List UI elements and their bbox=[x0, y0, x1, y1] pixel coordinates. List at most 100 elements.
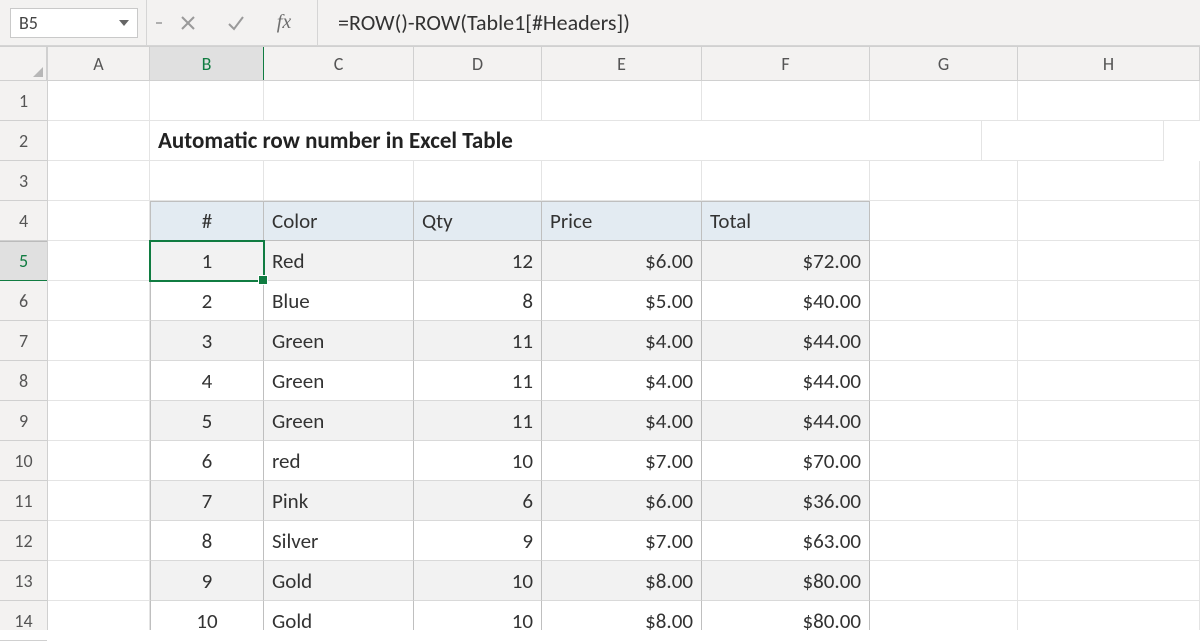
cell-price[interactable]: $6.00 bbox=[542, 241, 702, 281]
col-header[interactable]: B bbox=[150, 47, 264, 80]
enter-icon[interactable] bbox=[225, 12, 247, 34]
cell[interactable] bbox=[870, 481, 1018, 521]
cell[interactable] bbox=[1018, 241, 1200, 281]
cell-total[interactable]: $80.00 bbox=[702, 561, 870, 601]
col-header[interactable]: C bbox=[264, 47, 414, 80]
cell-color[interactable]: Blue bbox=[264, 281, 414, 321]
cell-total[interactable]: $36.00 bbox=[702, 481, 870, 521]
cell-qty[interactable]: 11 bbox=[414, 321, 542, 361]
row-header[interactable]: 13 bbox=[0, 561, 47, 601]
cell-qty[interactable]: 12 bbox=[414, 241, 542, 281]
cell[interactable] bbox=[870, 321, 1018, 361]
cell-total[interactable]: $72.00 bbox=[702, 241, 870, 281]
cell-color[interactable]: Silver bbox=[264, 521, 414, 561]
cell-qty[interactable]: 10 bbox=[414, 441, 542, 481]
col-header[interactable]: D bbox=[414, 47, 542, 80]
cell-total[interactable]: $44.00 bbox=[702, 321, 870, 361]
table-header-num[interactable]: # bbox=[150, 201, 264, 241]
cell[interactable] bbox=[870, 281, 1018, 321]
cell-color[interactable]: Green bbox=[264, 401, 414, 441]
row-header[interactable]: 8 bbox=[0, 361, 47, 401]
row-header[interactable]: 2 bbox=[0, 121, 47, 161]
cell[interactable] bbox=[1018, 201, 1200, 241]
cell[interactable] bbox=[48, 161, 150, 201]
cell[interactable] bbox=[870, 161, 1018, 201]
cell[interactable] bbox=[414, 81, 542, 121]
cell[interactable] bbox=[48, 401, 150, 441]
cell-num[interactable]: 4 bbox=[150, 361, 264, 401]
cell-num[interactable]: 10 bbox=[150, 601, 264, 630]
col-header[interactable]: E bbox=[542, 47, 702, 80]
cell-color[interactable]: Red bbox=[264, 241, 414, 281]
cell[interactable] bbox=[702, 81, 870, 121]
name-box[interactable]: B5 bbox=[10, 8, 138, 38]
col-header[interactable]: A bbox=[48, 47, 150, 80]
cell-price[interactable]: $8.00 bbox=[542, 561, 702, 601]
cell-price[interactable]: $4.00 bbox=[542, 401, 702, 441]
cell-color[interactable]: Gold bbox=[264, 601, 414, 630]
cell[interactable] bbox=[48, 81, 150, 121]
cell[interactable] bbox=[150, 81, 264, 121]
select-all-corner[interactable] bbox=[0, 47, 47, 81]
cell[interactable] bbox=[1018, 601, 1200, 630]
cell[interactable] bbox=[870, 401, 1018, 441]
cell[interactable] bbox=[542, 81, 702, 121]
cell[interactable] bbox=[870, 201, 1018, 241]
cell[interactable] bbox=[1018, 161, 1200, 201]
cell-num[interactable]: 3 bbox=[150, 321, 264, 361]
cell[interactable] bbox=[150, 161, 264, 201]
cell-total[interactable]: $63.00 bbox=[702, 521, 870, 561]
row-header[interactable]: 3 bbox=[0, 161, 47, 201]
chevron-down-icon[interactable] bbox=[119, 17, 131, 29]
cell[interactable] bbox=[48, 321, 150, 361]
cell-total[interactable]: $70.00 bbox=[702, 441, 870, 481]
cell-qty[interactable]: 10 bbox=[414, 601, 542, 630]
table-header-price[interactable]: Price bbox=[542, 201, 702, 241]
cell-price[interactable]: $5.00 bbox=[542, 281, 702, 321]
drag-handle-icon[interactable] bbox=[155, 0, 163, 45]
cell-color[interactable]: Gold bbox=[264, 561, 414, 601]
cell[interactable] bbox=[542, 161, 702, 201]
cell[interactable] bbox=[414, 161, 542, 201]
cell[interactable] bbox=[48, 561, 150, 601]
cell-price[interactable]: $4.00 bbox=[542, 361, 702, 401]
cell-num[interactable]: 8 bbox=[150, 521, 264, 561]
cell[interactable] bbox=[1018, 321, 1200, 361]
fx-icon[interactable]: fx bbox=[273, 12, 295, 34]
row-header[interactable]: 11 bbox=[0, 481, 47, 521]
cell[interactable] bbox=[870, 561, 1018, 601]
cell-total[interactable]: $44.00 bbox=[702, 401, 870, 441]
cell[interactable] bbox=[1018, 401, 1200, 441]
cell-color[interactable]: Pink bbox=[264, 481, 414, 521]
title-cell[interactable]: Automatic row number in Excel Table bbox=[150, 121, 982, 161]
col-header[interactable]: G bbox=[870, 47, 1018, 80]
cell[interactable] bbox=[48, 521, 150, 561]
col-header[interactable]: H bbox=[1018, 47, 1200, 80]
row-header[interactable]: 14 bbox=[0, 601, 47, 641]
cell-num[interactable]: 9 bbox=[150, 561, 264, 601]
cell[interactable] bbox=[48, 281, 150, 321]
cell[interactable] bbox=[870, 241, 1018, 281]
cell-num[interactable]: 6 bbox=[150, 441, 264, 481]
cell-qty[interactable]: 11 bbox=[414, 401, 542, 441]
row-header[interactable]: 4 bbox=[0, 201, 47, 241]
cell[interactable] bbox=[1018, 441, 1200, 481]
cell[interactable] bbox=[870, 521, 1018, 561]
cell-qty[interactable]: 10 bbox=[414, 561, 542, 601]
cell[interactable] bbox=[870, 441, 1018, 481]
row-header[interactable]: 7 bbox=[0, 321, 47, 361]
cell[interactable] bbox=[1018, 81, 1200, 121]
cell[interactable] bbox=[264, 81, 414, 121]
formula-input[interactable]: =ROW()-ROW(Table1[#Headers]) bbox=[326, 0, 1200, 45]
cell[interactable] bbox=[1018, 361, 1200, 401]
cell-color[interactable]: red bbox=[264, 441, 414, 481]
cell[interactable] bbox=[48, 481, 150, 521]
cell-num[interactable]: 7 bbox=[150, 481, 264, 521]
cell[interactable] bbox=[1018, 481, 1200, 521]
row-header[interactable]: 1 bbox=[0, 81, 47, 121]
row-header[interactable]: 5 bbox=[0, 241, 47, 281]
cell[interactable] bbox=[48, 201, 150, 241]
cell-total[interactable]: $44.00 bbox=[702, 361, 870, 401]
cell-price[interactable]: $8.00 bbox=[542, 601, 702, 630]
cell-qty[interactable]: 8 bbox=[414, 281, 542, 321]
